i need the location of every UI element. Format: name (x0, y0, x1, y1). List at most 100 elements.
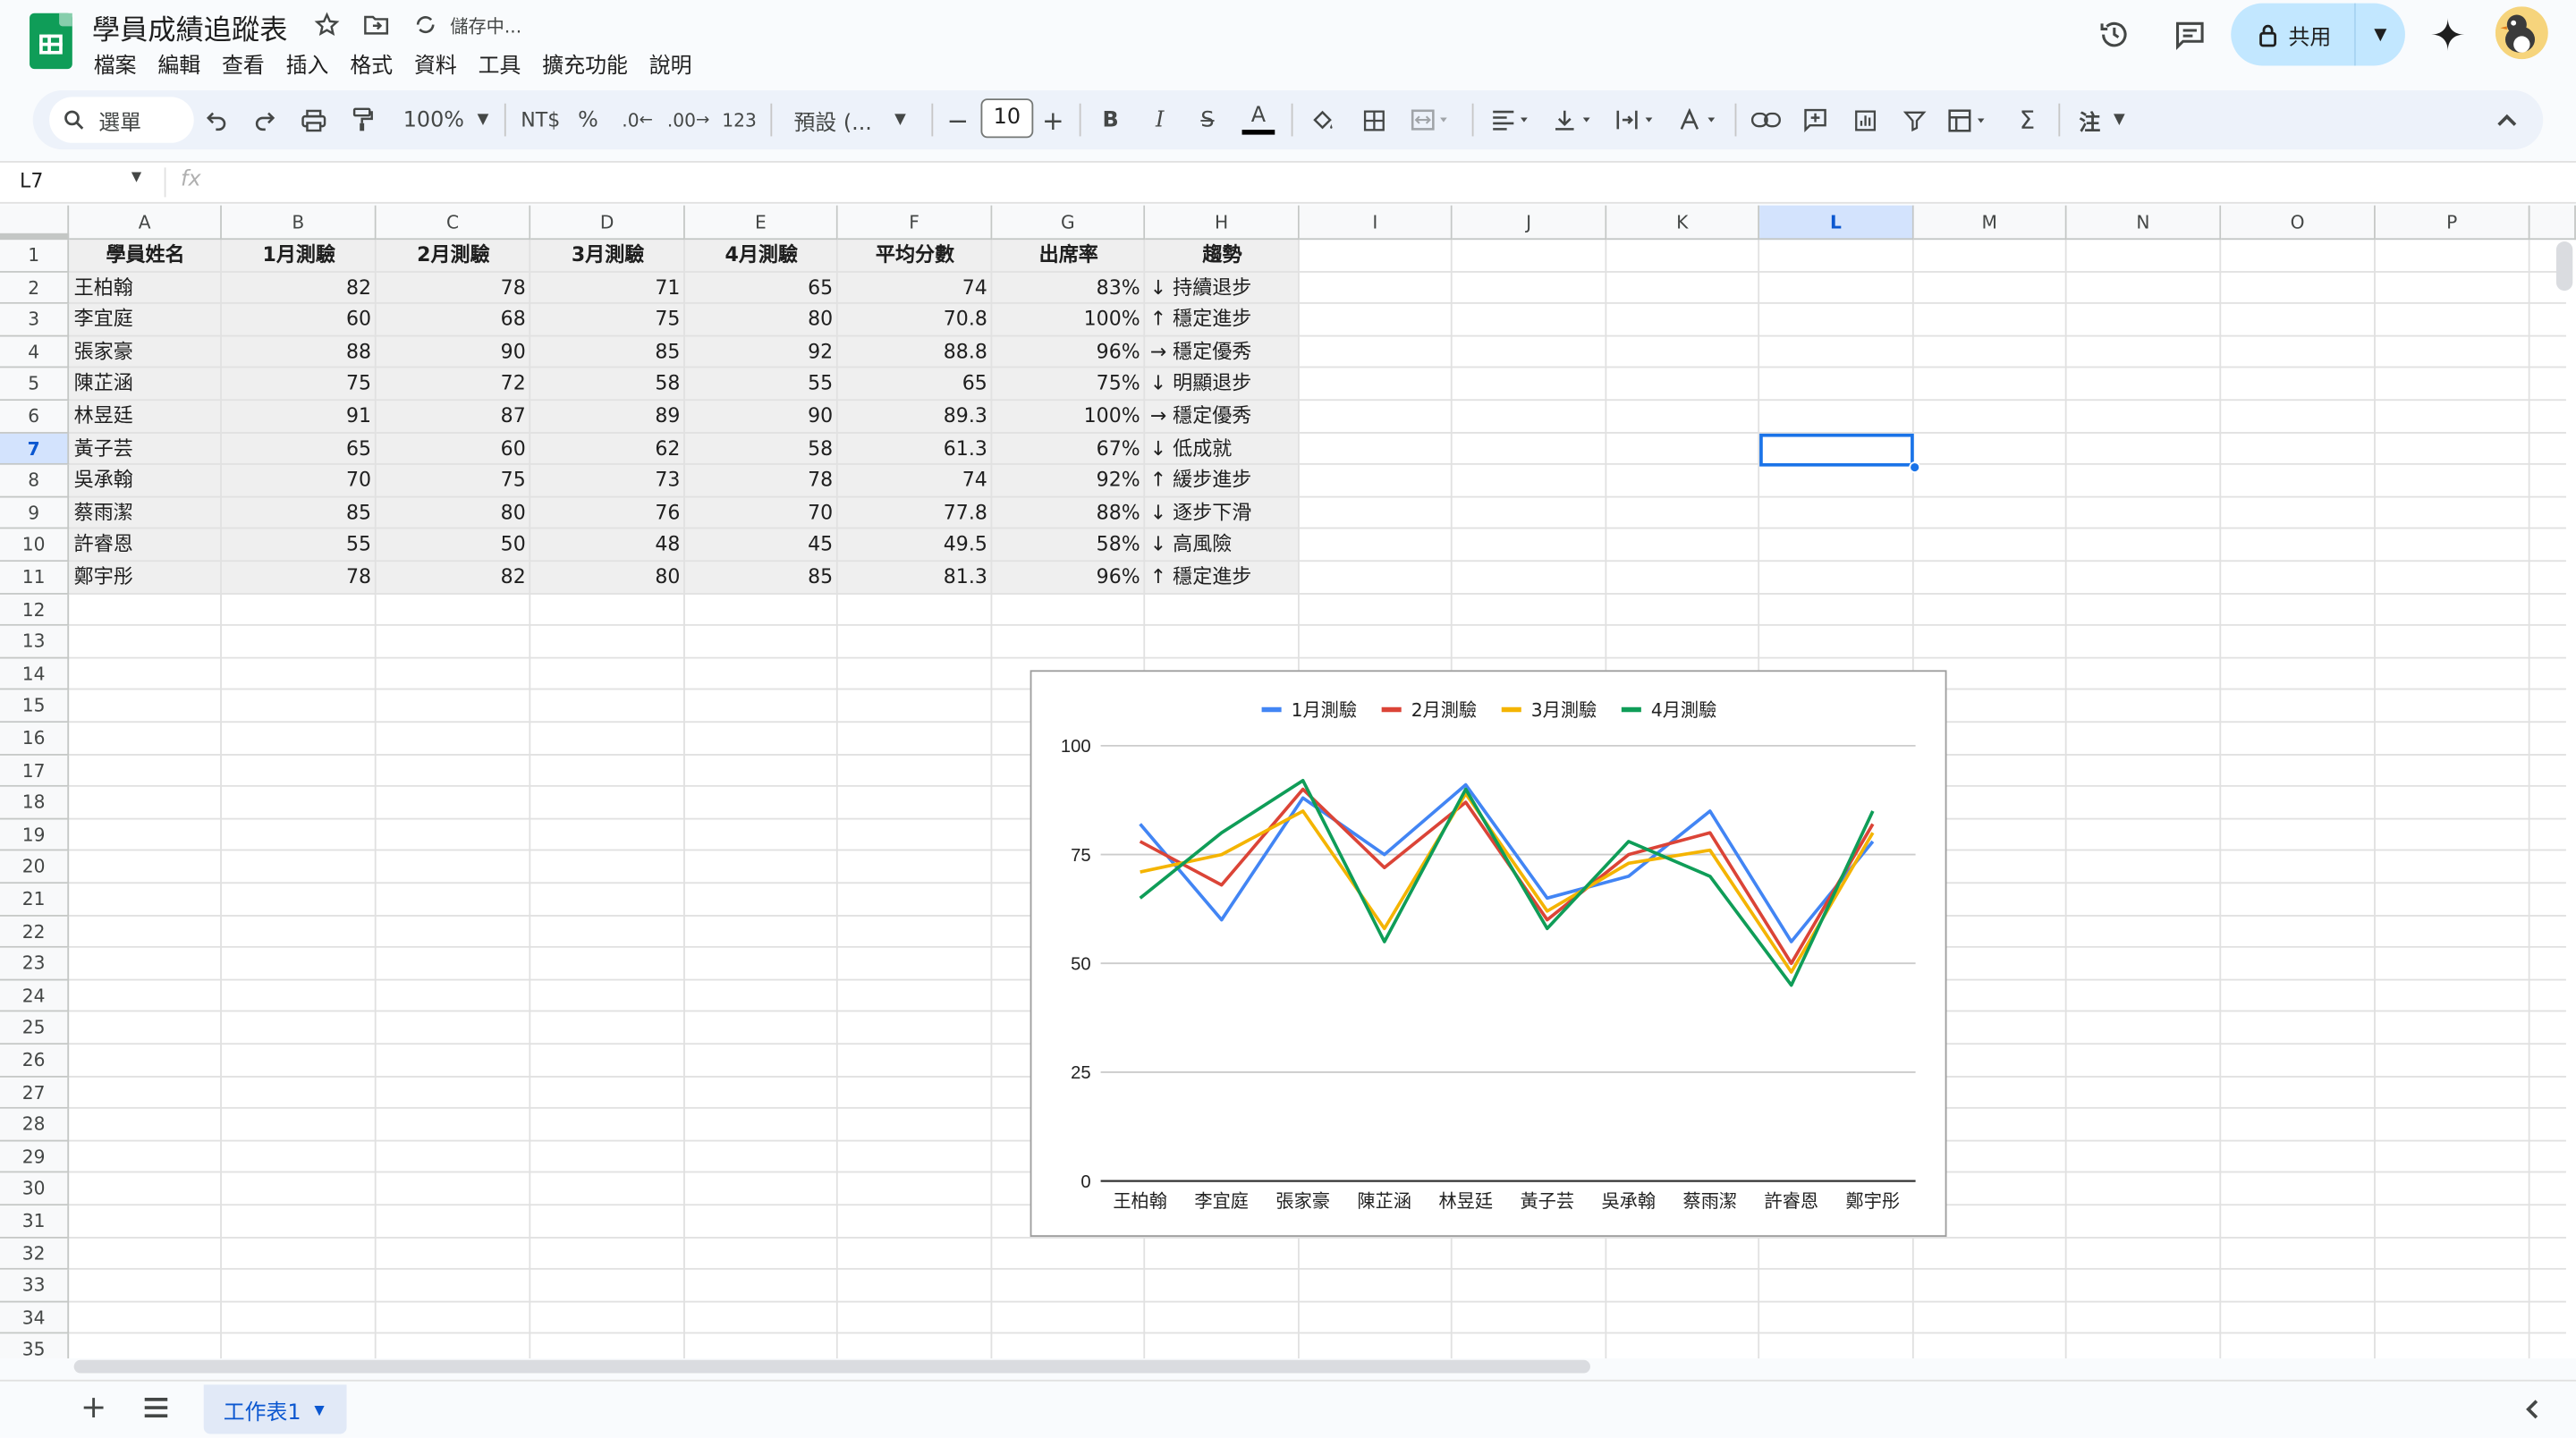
row-header[interactable]: 1 (0, 240, 70, 273)
cell[interactable]: 趨勢 (1145, 240, 1300, 272)
column-header[interactable]: B (221, 205, 377, 241)
cell[interactable]: 王柏翰 (69, 272, 222, 304)
font-dropdown-icon[interactable]: ▼ (890, 106, 910, 135)
column-header[interactable]: E (684, 205, 838, 241)
text-rotation-icon[interactable] (1674, 106, 1724, 135)
cell[interactable]: 陳芷涵 (69, 368, 222, 401)
cell[interactable]: 85 (222, 497, 377, 529)
cell[interactable]: 85 (530, 336, 685, 368)
column-header[interactable]: A (69, 205, 222, 241)
cell[interactable]: 85 (685, 562, 838, 594)
row-header[interactable]: 3 (0, 304, 70, 337)
cell[interactable]: 鄭宇彤 (69, 562, 222, 594)
font-size-input[interactable]: 10 (980, 98, 1034, 139)
column-header[interactable]: I (1299, 205, 1453, 241)
strikethrough-button[interactable]: S (1194, 106, 1220, 135)
row-header[interactable]: 24 (0, 980, 70, 1013)
share-button[interactable]: 共用 ▼ (2231, 3, 2405, 66)
cell[interactable]: 78 (685, 465, 838, 497)
merge-cells-icon[interactable] (1406, 106, 1455, 135)
row-header[interactable]: 2 (0, 272, 70, 305)
row-header[interactable]: 19 (0, 819, 70, 852)
all-sheets-icon[interactable] (141, 1393, 171, 1423)
horizontal-scrollbar[interactable] (73, 1359, 1590, 1374)
star-icon[interactable] (312, 10, 342, 39)
cell[interactable]: 60 (222, 304, 377, 336)
row-header[interactable]: 5 (0, 368, 70, 402)
cell[interactable]: 學員姓名 (69, 240, 222, 272)
column-header[interactable]: D (530, 205, 685, 241)
cell[interactable]: 76 (530, 497, 685, 529)
menu-item[interactable]: 工具 (479, 47, 533, 80)
paint-format-icon[interactable] (347, 106, 380, 135)
insert-comment-icon[interactable] (1799, 106, 1832, 135)
row-header[interactable]: 17 (0, 755, 70, 788)
fill-handle[interactable] (1909, 461, 1921, 473)
text-color-button[interactable]: A (1241, 102, 1275, 135)
row-header[interactable]: 15 (0, 690, 70, 723)
cell[interactable]: 75 (377, 465, 531, 497)
cell[interactable]: 1月測驗 (222, 240, 377, 272)
menu-search-input[interactable]: 選單 (49, 97, 194, 143)
cell[interactable]: 71 (530, 272, 685, 304)
cell[interactable]: 61.3 (838, 433, 993, 465)
cell[interactable]: 黃子芸 (69, 433, 222, 465)
cell[interactable]: 49.5 (838, 529, 993, 562)
row-header[interactable]: 30 (0, 1173, 70, 1206)
decrease-font-size-icon[interactable]: − (946, 105, 970, 136)
cell[interactable]: → 穩定優秀 (1145, 401, 1300, 433)
selected-cell[interactable] (1759, 433, 1914, 467)
cell[interactable]: ↓ 逐步下滑 (1145, 497, 1300, 529)
row-header[interactable]: 29 (0, 1141, 70, 1174)
cell[interactable]: 70 (222, 465, 377, 497)
redo-icon[interactable] (248, 106, 281, 135)
row-header[interactable]: 23 (0, 948, 70, 981)
cell[interactable]: 88.8 (838, 336, 993, 368)
cell[interactable]: 吳承翰 (69, 465, 222, 497)
cell[interactable]: 許睿恩 (69, 529, 222, 562)
cell[interactable]: 48 (530, 529, 685, 562)
row-header[interactable]: 10 (0, 529, 70, 563)
cell[interactable]: 89.3 (838, 401, 993, 433)
collapse-toolbar-icon[interactable] (2490, 106, 2523, 135)
filter-views-icon[interactable] (1944, 106, 1996, 135)
column-header[interactable]: L (1759, 205, 1914, 241)
cell[interactable]: 65 (838, 368, 993, 401)
cell[interactable]: 77.8 (838, 497, 993, 529)
cell[interactable]: 72 (377, 368, 531, 401)
font-family-select[interactable]: 預設 (... (792, 106, 874, 136)
cell[interactable]: 100% (992, 304, 1145, 336)
cell[interactable]: ↓ 持續退步 (1145, 272, 1300, 304)
increase-font-size-icon[interactable]: + (1041, 105, 1064, 136)
cell[interactable]: 90 (377, 336, 531, 368)
cell[interactable]: 74 (838, 465, 993, 497)
cell[interactable]: 70.8 (838, 304, 993, 336)
row-header[interactable]: 8 (0, 465, 70, 498)
cell[interactable]: 3月測驗 (530, 240, 685, 272)
row-header[interactable]: 7 (0, 433, 70, 466)
line-chart[interactable]: 0 25 50 75 100 王柏翰 李宜庭 張家豪 陳芷涵 林昱廷 黃子芸 吳承翰 蔡雨潔 許睿恩 鄭宇彤… (1030, 670, 1947, 1238)
gemini-icon[interactable] (2428, 15, 2468, 55)
add-sheet-icon[interactable]: + (79, 1390, 108, 1425)
column-header[interactable]: N (2066, 205, 2222, 241)
insert-link-icon[interactable] (1750, 106, 1783, 135)
cell[interactable]: 張家豪 (69, 336, 222, 368)
menu-item[interactable]: 格式 (350, 47, 404, 80)
percent-format-button[interactable]: % (575, 106, 601, 135)
cell[interactable]: 75 (222, 368, 377, 401)
menu-item[interactable]: 說明 (649, 47, 704, 80)
cell[interactable]: 78 (222, 562, 377, 594)
cell[interactable]: 80 (685, 304, 838, 336)
cell[interactable]: 55 (222, 529, 377, 562)
column-header[interactable]: G (992, 205, 1146, 241)
column-header[interactable]: J (1452, 205, 1607, 241)
formula-input[interactable] (214, 166, 2546, 199)
cell[interactable]: 75 (530, 304, 685, 336)
increase-decimal-button[interactable]: .00 → (667, 106, 710, 135)
cell[interactable]: ↑ 穩定進步 (1145, 562, 1300, 594)
menu-item[interactable]: 檔案 (94, 47, 148, 80)
decrease-decimal-button[interactable]: .0 ← (621, 106, 654, 135)
cell[interactable]: 67% (992, 433, 1145, 465)
cell[interactable]: 平均分數 (838, 240, 993, 272)
cell[interactable]: 87 (377, 401, 531, 433)
